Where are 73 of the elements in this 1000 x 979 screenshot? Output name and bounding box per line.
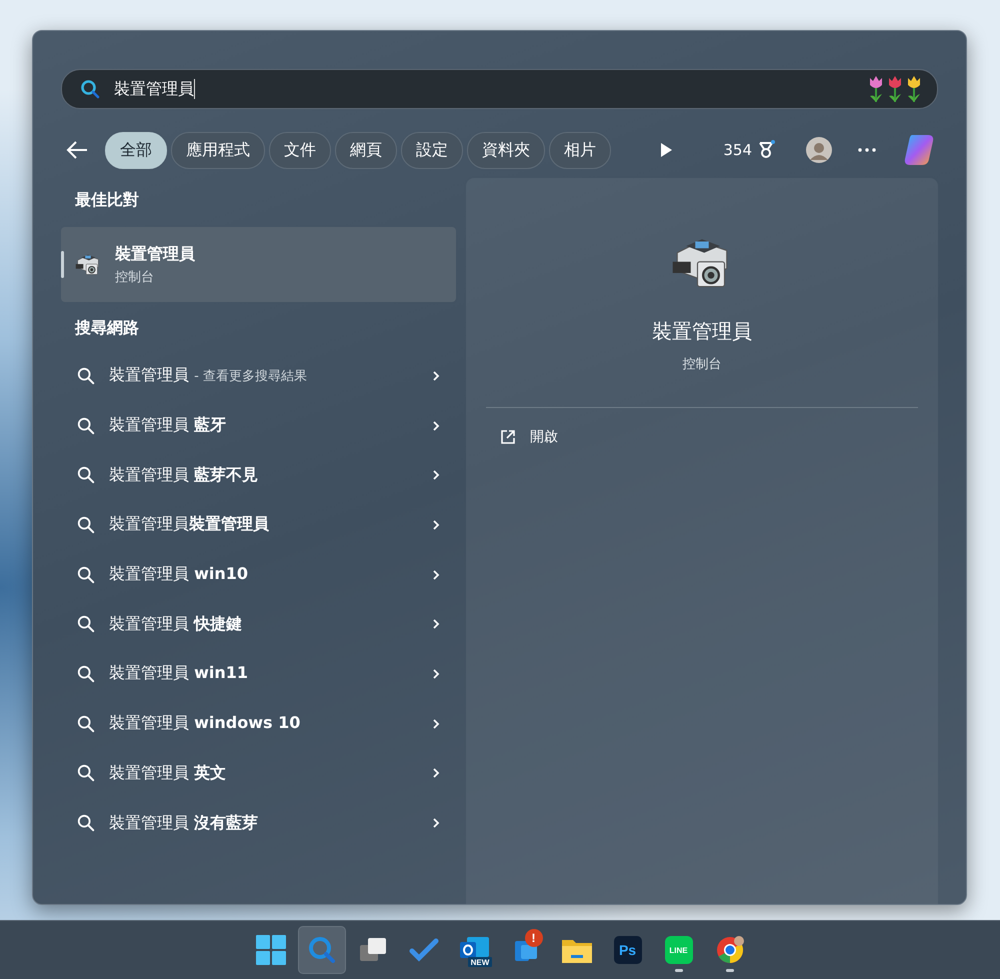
avatar-icon[interactable] bbox=[806, 137, 832, 163]
search-icon bbox=[77, 615, 95, 634]
search-icon bbox=[77, 366, 95, 385]
search-field[interactable]: 裝置管理員 bbox=[61, 69, 938, 109]
windows-logo-icon bbox=[256, 935, 286, 965]
filter-tab[interactable]: 全部 bbox=[105, 132, 167, 168]
search-icon bbox=[80, 79, 100, 99]
web-search-item[interactable]: 裝置管理員 沒有藍芽 bbox=[61, 798, 456, 848]
search-icon bbox=[77, 466, 95, 484]
filter-tab[interactable]: 相片 bbox=[549, 132, 611, 168]
result-hint: - 查看更多搜尋結果 bbox=[194, 369, 307, 384]
search-icon bbox=[77, 566, 95, 584]
taskbar-button[interactable]: ! bbox=[502, 926, 550, 974]
preview-subtitle: 控制台 bbox=[682, 356, 722, 373]
suggestion-text: 裝置管理員 windows 10 bbox=[109, 713, 302, 734]
suggestion-text: 裝置管理員 英文 bbox=[109, 762, 228, 784]
search-icon bbox=[77, 416, 95, 435]
web-search-item[interactable]: 裝置管理員 win10 bbox=[61, 550, 456, 600]
chevron-right-icon bbox=[432, 718, 440, 730]
suggestion-text: 裝置管理員 藍牙 bbox=[109, 415, 228, 436]
web-search-item[interactable]: 裝置管理員 英文 bbox=[61, 748, 456, 798]
open-external-icon bbox=[500, 429, 516, 445]
open-action[interactable]: 開啟 bbox=[486, 428, 572, 446]
suggestion-text: 裝置管理員 win10 bbox=[109, 564, 250, 586]
web-search-item[interactable]: 裝置管理員 快捷鍵 bbox=[61, 599, 456, 650]
section-heading: 搜尋網路 bbox=[74, 317, 140, 339]
back-arrow-icon bbox=[65, 140, 89, 160]
search-icon bbox=[77, 516, 95, 534]
filter-tab[interactable]: 設定 bbox=[401, 132, 463, 168]
result-subtitle: 控制台 bbox=[115, 268, 155, 286]
search-icon bbox=[77, 814, 95, 832]
browser-icon bbox=[714, 935, 744, 965]
preview-title: 裝置管理員 bbox=[652, 318, 752, 345]
chat-app-icon: LINE bbox=[664, 936, 692, 964]
search-icon bbox=[77, 714, 95, 733]
photoshop-icon: Ps bbox=[614, 936, 642, 964]
chevron-right-icon bbox=[432, 817, 440, 830]
suggestion-text: 裝置管理員 藍芽不見 bbox=[109, 464, 260, 486]
web-search-item[interactable]: 裝置管理員 win11 bbox=[61, 649, 456, 699]
result-text: 裝置管理員 bbox=[109, 365, 189, 384]
result-title: 裝置管理員 bbox=[115, 244, 195, 264]
filter-tab[interactable]: 網頁 bbox=[335, 132, 397, 168]
best-match-item[interactable]: 裝置管理員 控制台 bbox=[61, 227, 456, 302]
suggestion-text: 裝置管理員 沒有藍芽 bbox=[109, 812, 260, 834]
suggestion-text: 裝置管理員裝置管理員 bbox=[109, 514, 270, 536]
more-icon bbox=[858, 148, 876, 152]
search-icon bbox=[77, 764, 95, 782]
taskbar-button[interactable]: Ps bbox=[604, 926, 652, 974]
search-icon bbox=[306, 935, 336, 965]
web-search-item[interactable]: 裝置管理員 windows 10 bbox=[61, 698, 456, 748]
web-search-item[interactable]: 裝置管理員 藍芽不見 bbox=[61, 450, 456, 500]
chevron-right-icon bbox=[432, 370, 440, 382]
alert-badge: ! bbox=[524, 929, 542, 947]
suggestion-text: 裝置管理員 win11 bbox=[109, 663, 250, 684]
taskbar-button[interactable]: NEW bbox=[450, 926, 498, 974]
web-search-item[interactable]: 裝置管理員裝置管理員 bbox=[61, 500, 456, 550]
chevron-right-icon bbox=[432, 618, 440, 630]
chevron-right-icon bbox=[432, 469, 440, 482]
chevron-right-icon bbox=[432, 420, 440, 432]
chevron-right-icon bbox=[432, 518, 440, 531]
chevron-right-icon bbox=[432, 767, 440, 780]
chevron-right-icon bbox=[432, 668, 440, 680]
filter-tab[interactable]: 應用程式 bbox=[171, 132, 265, 168]
rewards-points-button[interactable]: 354 bbox=[719, 136, 780, 164]
play-icon bbox=[659, 142, 674, 158]
search-icon bbox=[77, 664, 95, 683]
filter-tab[interactable]: 文件 bbox=[269, 132, 331, 168]
filter-tab[interactable]: 資料夾 bbox=[467, 132, 545, 168]
suggestion-text: 裝置管理員 快捷鍵 bbox=[109, 614, 244, 635]
chevron-right-icon bbox=[432, 568, 440, 581]
section-heading: 最佳比對 bbox=[74, 189, 140, 211]
web-search-item[interactable]: 裝置管理員 藍牙 bbox=[61, 400, 456, 450]
web-search-item[interactable]: 裝置管理員 - 查看更多搜尋結果 bbox=[61, 351, 456, 401]
